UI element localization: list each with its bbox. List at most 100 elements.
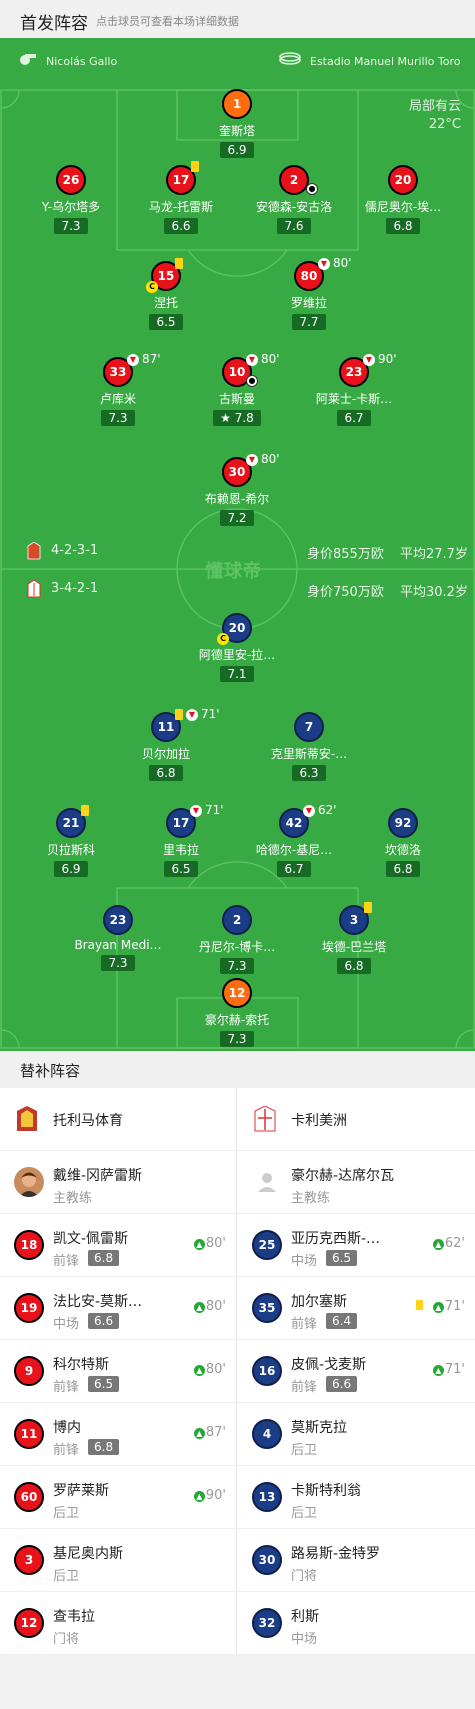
player-card[interactable]: 2 丹尼尔-博卡… 7.3 — [172, 905, 302, 974]
coach-avatar — [14, 1167, 44, 1197]
shirt-number: 26 — [56, 165, 86, 195]
sub-time: 90' — [205, 1488, 226, 1503]
player-rating: 7.2 — [220, 510, 254, 526]
player-name: 阿莱士-卡斯… — [315, 392, 393, 406]
player-name: 布赖恩-希尔 — [204, 492, 270, 506]
player-position: 后卫 — [53, 1506, 80, 1521]
sub-player-row[interactable]: 19 法比安-莫斯… 中场 6.6 ▲ 80' — [0, 1277, 236, 1340]
player-rating: 6.9 — [54, 861, 88, 877]
sub-player-row[interactable]: 60 罗萨莱斯 后卫 ▲ 90' — [0, 1466, 236, 1529]
player-card[interactable]: 1 奎斯塔 6.9 — [172, 89, 302, 158]
sub-time: 80' — [205, 1236, 226, 1251]
player-position: 后卫 — [53, 1569, 80, 1584]
player-card[interactable]: 17 马龙-托雷斯 6.6 — [116, 161, 246, 234]
player-card[interactable]: 20 阿德里安-拉… 7.1 C — [172, 613, 302, 682]
player-card[interactable]: 10 古斯曼 ★ 7.8 ▼ 80' ● — [172, 352, 302, 426]
stadium-icon — [279, 52, 301, 65]
coach-row[interactable]: 豪尔赫-达席尔瓦 主教练 — [238, 1151, 475, 1214]
weather: 局部有云 22°C — [409, 98, 461, 134]
sub-in-icon: ▲ — [193, 1302, 205, 1313]
player-rating: 7.1 — [220, 666, 254, 682]
team-row[interactable]: 卡利美洲 — [238, 1088, 475, 1151]
player-rating: 6.6 — [88, 1313, 120, 1329]
sub-time: 62' — [444, 1236, 465, 1251]
sub-player-row[interactable]: 16 皮佩-戈麦斯 前锋 6.6 ▲ 71' — [238, 1340, 475, 1403]
sub-player-row[interactable]: 32 利斯 中场 — [238, 1592, 475, 1655]
player-card[interactable]: 33 卢库米 7.3 ▼ 87' — [53, 352, 183, 426]
captain-icon: C — [146, 281, 158, 293]
coach-row[interactable]: 戴维-冈萨雷斯 主教练 — [0, 1151, 236, 1214]
player-card[interactable]: 20 儒尼奥尔-埃… 6.8 — [338, 165, 468, 234]
sub-player-row[interactable]: 9 科尔特斯 前锋 6.5 ▲ 80' — [0, 1340, 236, 1403]
player-card[interactable]: 23 阿莱士-卡斯… 6.7 ▼ 90' — [289, 352, 419, 426]
shirt-number: 13 — [252, 1482, 282, 1512]
shirt-number: 18 — [14, 1230, 44, 1260]
team-row[interactable]: 托利马体育 — [0, 1088, 236, 1151]
shirt-number: 9 — [14, 1356, 44, 1386]
sub-out-icon: ▼ — [246, 454, 258, 466]
home-age: 平均27.7岁 — [400, 547, 468, 562]
yellow-card-icon — [416, 1300, 423, 1310]
sub-player-row[interactable]: 11 博内 前锋 6.8 ▲ 87' — [0, 1403, 236, 1466]
sub-player-row[interactable]: 13 卡斯特利翁 后卫 — [238, 1466, 475, 1529]
sub-time: 87' — [142, 352, 161, 366]
sub-player-row[interactable]: 12 查韦拉 门将 — [0, 1592, 236, 1655]
sub-time: 87' — [205, 1425, 226, 1440]
yellow-card-icon — [81, 805, 89, 816]
player-rating: 6.5 — [326, 1250, 358, 1266]
player-rating: 7.3 — [220, 958, 254, 974]
player-card[interactable]: 30 布赖恩-希尔 7.2 ▼ 80' — [172, 452, 302, 526]
shirt-number: 30 — [252, 1545, 282, 1575]
player-card[interactable]: 3 埃德-巴兰塔 6.8 — [289, 902, 419, 974]
away-value: 身价750万欧 — [307, 585, 384, 600]
player-rating: 6.7 — [337, 410, 371, 426]
sub-in-icon: ▲ — [193, 1365, 205, 1376]
sub-out-icon: ▼ — [363, 354, 375, 366]
shirt-number: 25 — [252, 1230, 282, 1260]
player-rating: 6.8 — [386, 218, 420, 234]
player-name: 路易斯-金特罗 — [291, 1546, 381, 1562]
player-card[interactable]: 92 坎德洛 6.8 — [338, 808, 468, 877]
player-rating: 6.6 — [164, 218, 198, 234]
player-rating: 7.3 — [54, 218, 88, 234]
sub-player-row[interactable]: 30 路易斯-金特罗 门将 — [238, 1529, 475, 1592]
player-name: 马龙-托雷斯 — [148, 200, 214, 214]
sub-player-row[interactable]: 25 亚历克西斯-… 中场 6.5 ▲ 62' — [238, 1214, 475, 1277]
player-rating: 6.4 — [326, 1313, 358, 1329]
player-card[interactable]: 12 豪尔赫-索托 7.3 — [172, 978, 302, 1047]
shirt-number: 35 — [252, 1293, 282, 1323]
player-card[interactable]: 11 贝尔加拉 6.8 ▼ 71' — [101, 707, 231, 781]
player-card[interactable]: 15 涅托 6.5 C — [101, 258, 231, 330]
player-name: 法比安-莫斯… — [53, 1294, 143, 1310]
player-position: 中场 — [53, 1317, 80, 1332]
sub-player-row[interactable]: 3 基尼奥内斯 后卫 — [0, 1529, 236, 1592]
home-team-logo — [17, 1106, 37, 1131]
player-card[interactable]: 7 克里斯蒂安-… 6.3 — [244, 712, 374, 781]
player-card[interactable]: 23 Brayan Medi… 7.3 — [53, 905, 183, 971]
sub-player-row[interactable]: 18 凯文-佩雷斯 前锋 6.8 ▲ 80' — [0, 1214, 236, 1277]
player-name: 儒尼奥尔-埃… — [364, 200, 442, 214]
player-name: 坎德洛 — [384, 843, 421, 857]
sub-in-icon: ▲ — [193, 1428, 205, 1439]
player-card[interactable]: 80 罗维拉 7.7 ▼ 80' — [244, 256, 374, 330]
home-value: 身价855万欧 — [307, 547, 384, 562]
sub-player-row[interactable]: 4 莫斯克拉 后卫 — [238, 1403, 475, 1466]
player-name: 古斯曼 — [218, 392, 255, 406]
coach-role: 主教练 — [53, 1191, 93, 1206]
player-rating: 6.8 — [337, 958, 371, 974]
player-rating: 6.7 — [277, 861, 311, 877]
player-name: 凯文-佩雷斯 — [53, 1231, 129, 1247]
player-position: 中场 — [291, 1632, 318, 1647]
coach-name: 戴维-冈萨雷斯 — [53, 1168, 143, 1184]
sub-in: ▲ 71' — [432, 1362, 465, 1377]
sub-time: 80' — [261, 352, 280, 366]
shirt-number: 12 — [222, 978, 252, 1008]
sub-player-row[interactable]: 35 加尔塞斯 前锋 6.4 ▲ 71' — [238, 1277, 475, 1340]
away-team-logo — [254, 1106, 276, 1132]
player-name: 查韦拉 — [53, 1609, 95, 1625]
sub-in: ▲ 62' — [432, 1236, 465, 1251]
sub-time: 80' — [261, 452, 280, 466]
sub-time: 80' — [205, 1299, 226, 1314]
player-card[interactable]: 17 里韦拉 6.5 ▼ 71' — [116, 803, 246, 877]
sub-in: ▲ 80' — [193, 1299, 226, 1314]
